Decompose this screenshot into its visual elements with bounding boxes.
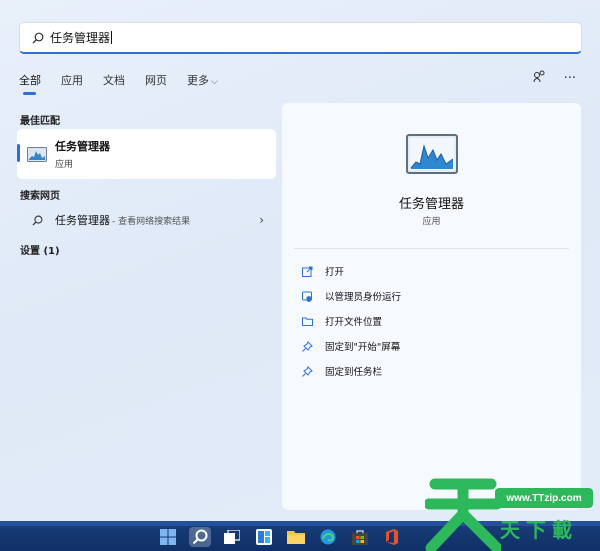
tab-web[interactable]: 网页	[145, 72, 167, 88]
action-label: 打开	[325, 267, 345, 278]
selection-indicator	[17, 144, 20, 162]
preview-panel: 任务管理器 应用 打开 以管理员身份运行 打开文件位置 固定到"开始"屏幕 固定…	[282, 103, 581, 510]
filter-tabs: 全部 应用 文档 网页 更多 ⌵	[19, 72, 238, 95]
top-right-controls: ···	[533, 70, 576, 87]
edge-browser-icon[interactable]	[317, 527, 339, 547]
tab-more-label: 更多	[187, 74, 209, 87]
search-box[interactable]: 任务管理器	[19, 22, 582, 54]
widgets-icon[interactable]	[253, 527, 275, 547]
share-account-icon[interactable]	[533, 70, 546, 87]
task-manager-icon	[406, 134, 458, 174]
action-label: 固定到任务栏	[325, 367, 383, 378]
action-label: 打开文件位置	[325, 317, 383, 328]
app-type: 应用	[422, 217, 441, 227]
web-search-heading: 搜索网页	[20, 191, 60, 202]
search-input[interactable]: 任务管理器	[50, 29, 110, 46]
text-caret	[111, 31, 113, 44]
watermark-chars: 天下載	[500, 518, 578, 542]
best-match-card[interactable]: 任务管理器 应用	[17, 129, 276, 179]
action-open-file-location[interactable]: 打开文件位置	[302, 314, 382, 328]
best-match-text: 任务管理器 应用	[55, 138, 110, 170]
action-run-as-admin[interactable]: 以管理员身份运行	[302, 289, 401, 303]
pin-icon	[302, 365, 313, 377]
more-options-icon[interactable]: ···	[564, 71, 576, 86]
watermark-logo: www.TTzip.com 天下載	[425, 474, 597, 551]
web-search-suffix: - 查看网络搜索结果	[112, 216, 191, 227]
shield-icon	[302, 291, 312, 302]
folder-icon	[302, 317, 313, 326]
action-open[interactable]: 打开	[302, 264, 344, 278]
settings-heading[interactable]: 设置 (1)	[20, 242, 60, 257]
best-match-name: 任务管理器	[55, 140, 110, 153]
web-search-term: 任务管理器	[55, 214, 110, 227]
task-view-icon[interactable]	[221, 527, 243, 547]
action-label: 以管理员身份运行	[325, 292, 402, 303]
start-icon[interactable]	[157, 527, 179, 547]
watermark-logo-glyph	[425, 478, 501, 551]
search-icon	[32, 215, 43, 226]
web-search-result[interactable]: 任务管理器 - 查看网络搜索结果 ›	[32, 212, 264, 228]
action-label: 固定到"开始"屏幕	[325, 342, 401, 353]
task-manager-icon	[27, 146, 47, 162]
tab-apps[interactable]: 应用	[61, 72, 83, 88]
tab-more[interactable]: 更多 ⌵	[187, 72, 218, 88]
file-explorer-icon[interactable]	[285, 527, 307, 547]
pin-icon	[302, 340, 313, 352]
best-match-type: 应用	[55, 160, 74, 170]
chevron-right-icon: ›	[259, 213, 264, 227]
tab-all[interactable]: 全部	[19, 72, 41, 95]
search-icon	[32, 32, 44, 43]
taskbar-icons	[157, 527, 403, 547]
search-taskbar-icon[interactable]	[189, 527, 211, 547]
chevron-down-icon: ⌵	[211, 77, 218, 87]
action-pin-to-taskbar[interactable]: 固定到任务栏	[302, 364, 382, 378]
app-title: 任务管理器	[398, 197, 464, 212]
best-match-heading: 最佳匹配	[20, 116, 60, 127]
open-external-icon	[302, 266, 313, 277]
office-icon[interactable]	[381, 527, 403, 547]
tab-documents[interactable]: 文档	[103, 72, 125, 88]
action-pin-to-start[interactable]: 固定到"开始"屏幕	[302, 339, 400, 353]
divider	[294, 248, 569, 249]
watermark-url: www.TTzip.com	[495, 488, 593, 508]
store-icon[interactable]	[349, 527, 371, 547]
